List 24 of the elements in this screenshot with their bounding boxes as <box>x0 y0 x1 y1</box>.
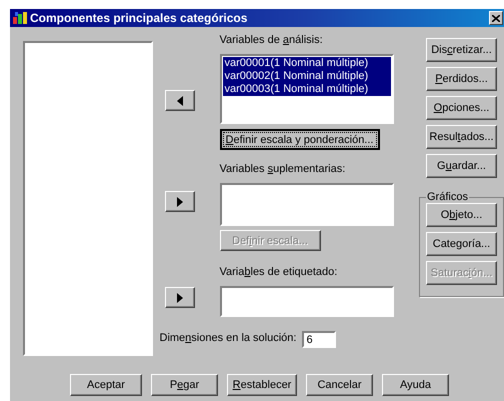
dialog-button[interactable]: Ayuda <box>382 374 449 396</box>
window-title: Componentes principales categóricos <box>30 11 248 25</box>
list-item[interactable]: var00001(1 Nominal múltiple) <box>222 57 390 70</box>
list-item[interactable]: var00002(1 Nominal múltiple) <box>222 70 390 83</box>
dialog-button[interactable]: Categoría... <box>426 232 497 256</box>
field-label: Dimensiones en la solución: <box>160 332 296 346</box>
dialog-button[interactable]: Perdidos... <box>426 67 497 91</box>
dialog-button[interactable]: Restablecer <box>227 374 297 396</box>
dialog-button[interactable]: Pegar <box>151 374 218 396</box>
dialog-button[interactable]: Resultados... <box>426 125 497 149</box>
analysis-variable-list[interactable]: var00001(1 Nominal múltiple) var00002(1 Nominal múltiple) var00003(1 Nominal múltiple) <box>220 54 394 124</box>
dialog-button[interactable]: Guardar... <box>426 154 497 178</box>
dialog-button[interactable]: Objeto... <box>426 203 497 227</box>
list-item[interactable]: var00003(1 Nominal múltiple) <box>222 83 390 96</box>
field-label: Variables de análisis: <box>220 34 324 48</box>
dialog-button[interactable]: Opciones... <box>426 96 497 120</box>
dialog-button[interactable]: Definir escala y ponderación... <box>220 129 380 150</box>
group-title: Gráficos <box>426 191 469 203</box>
dimensions-input[interactable]: 6 <box>302 331 336 348</box>
dialog-button[interactable]: Cancelar <box>306 374 373 396</box>
field-label: Variables de etiquetado: <box>220 266 338 280</box>
field-label: Variables suplementarias: <box>220 163 346 177</box>
dialog-button[interactable]: Aceptar <box>70 374 142 396</box>
dialog-button[interactable]: Discretizar... <box>426 38 497 62</box>
